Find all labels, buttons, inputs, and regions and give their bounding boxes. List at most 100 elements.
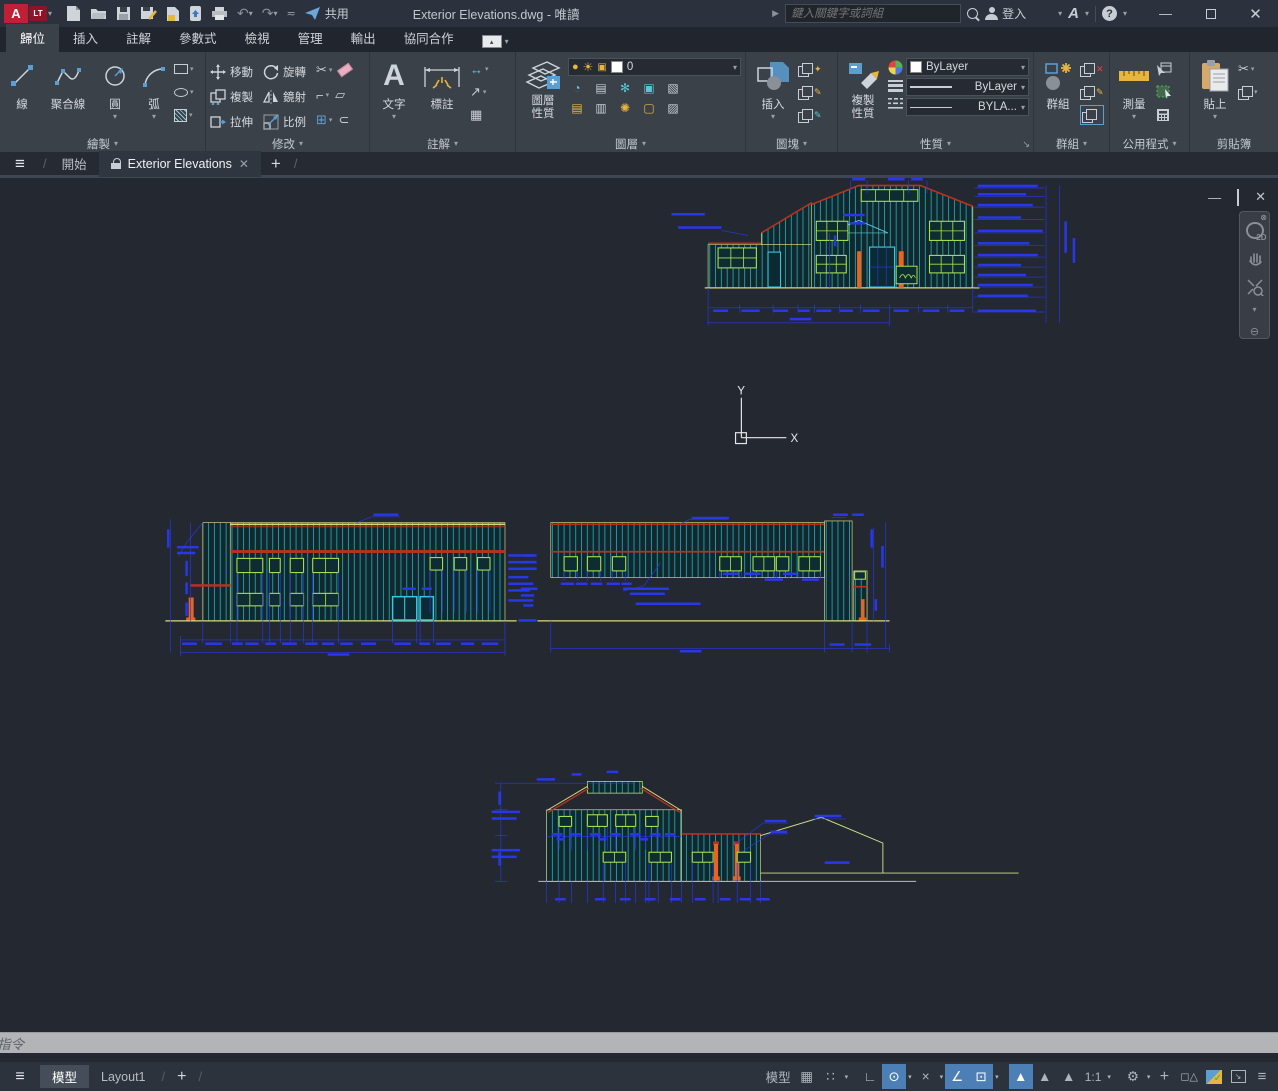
linear-dimension-button[interactable]: ↔▾	[470, 59, 489, 79]
layer-lock-icon[interactable]: ▣	[640, 80, 658, 96]
cut-button[interactable]: ✂▾	[1238, 59, 1258, 79]
tab-view[interactable]: 檢視	[231, 24, 284, 52]
plot-preview-icon[interactable]	[166, 6, 180, 22]
dialog-launcher-icon[interactable]: ↘	[1022, 139, 1030, 150]
panel-title-annotation[interactable]: 註解▾	[370, 135, 515, 152]
workspace-gear-icon[interactable]: ⚙	[1121, 1064, 1145, 1089]
write-block-button[interactable]: ✎	[798, 82, 822, 102]
quick-calc-button[interactable]	[1156, 105, 1172, 125]
tab-collaborate[interactable]: 協同合作	[390, 24, 468, 52]
group-button[interactable]: 群組	[1038, 56, 1078, 112]
polar-tracking-toggle[interactable]: ⊙	[882, 1064, 906, 1089]
redo-button[interactable]: ↷▾	[262, 5, 278, 22]
graphics-performance-button[interactable]: ✓	[1202, 1064, 1226, 1089]
object-snap-tracking-toggle[interactable]: ∠	[945, 1064, 969, 1089]
open-folder-icon[interactable]	[90, 6, 107, 21]
chevron-down-icon[interactable]: ▾	[1123, 9, 1127, 18]
vp-restore-button[interactable]	[1237, 190, 1239, 205]
insert-block-button[interactable]: 插入 ▾	[750, 56, 796, 121]
close-tab-icon[interactable]: ✕	[239, 157, 249, 171]
layer-match-icon[interactable]: ▧	[664, 80, 682, 96]
tab-model[interactable]: 模型	[40, 1065, 89, 1088]
file-tab-menu-icon[interactable]: ≡	[0, 154, 40, 174]
search-input[interactable]	[785, 4, 961, 23]
minimize-button[interactable]: —	[1143, 0, 1188, 27]
chevron-down-icon[interactable]: ▾	[1105, 1073, 1113, 1081]
chevron-down-icon[interactable]: ▾	[843, 1073, 851, 1081]
pan-hand-icon[interactable]	[1245, 248, 1265, 267]
customization-button[interactable]: ≡	[1250, 1064, 1274, 1089]
move-button[interactable]: 移動	[210, 60, 257, 83]
select-all-button[interactable]	[1156, 82, 1172, 102]
match-properties-button[interactable]: 複製性質	[842, 56, 884, 121]
panel-title-draw[interactable]: 繪製▾	[0, 135, 205, 152]
array-button[interactable]: ⊞▾	[316, 110, 332, 130]
circle-button[interactable]: 圓 ▾	[96, 56, 134, 121]
layer-on-all-icon[interactable]: ▤	[568, 100, 586, 116]
create-block-button[interactable]: ✦	[798, 59, 822, 79]
layout-menu-icon[interactable]: ≡	[0, 1068, 40, 1086]
panel-title-clipboard[interactable]: 剪貼簿	[1190, 135, 1278, 152]
new-drawing-button[interactable]: +	[261, 154, 291, 174]
print-icon[interactable]	[211, 6, 228, 21]
navbar-settings-icon[interactable]: ⊖	[1250, 325, 1259, 338]
autodesk-app-store-icon[interactable]: A	[1068, 5, 1079, 22]
vp-minimize-button[interactable]: —	[1208, 190, 1221, 205]
explode-button[interactable]: ▱	[335, 85, 345, 105]
table-button[interactable]: ▦	[470, 105, 489, 125]
chevron-down-icon[interactable]: ▾	[993, 1073, 1001, 1081]
offset-button[interactable]: ⊂	[338, 110, 349, 130]
layer-freeze-icon[interactable]: ✻	[616, 80, 634, 96]
signin-button[interactable]: 登入	[985, 5, 1026, 22]
dimension-button[interactable]: 標註	[416, 56, 468, 112]
close-button[interactable]: ✕	[1233, 0, 1278, 27]
line-button[interactable]: 線	[4, 56, 40, 112]
save-as-icon[interactable]	[140, 6, 157, 21]
drawing-canvas[interactable]: Y X — ✕ ⊗ 2D ▾ ⊖	[0, 178, 1278, 1062]
text-button[interactable]: A 文字 ▾	[374, 56, 414, 121]
navigation-wheel-icon[interactable]: 2D	[1246, 222, 1264, 239]
tab-active-document[interactable]: Exterior Elevations ✕	[99, 151, 261, 177]
stretch-button[interactable]: 拉伸	[210, 110, 257, 133]
lineweight-icon[interactable]	[886, 77, 904, 93]
leader-button[interactable]: ↗▾	[470, 82, 489, 102]
linetype-icon[interactable]	[886, 95, 904, 111]
paste-button[interactable]: 貼上 ▾	[1194, 56, 1236, 121]
layer-change-icon[interactable]: ▨	[664, 100, 682, 116]
maximize-button[interactable]	[1188, 0, 1233, 27]
tab-parametric[interactable]: 參數式	[165, 24, 231, 52]
annotation-scale-button[interactable]: 1:1	[1081, 1064, 1106, 1089]
hatch-button[interactable]: ▾	[174, 105, 194, 125]
tab-home[interactable]: 歸位	[6, 24, 59, 52]
snap-toggle[interactable]: ∷	[819, 1064, 843, 1089]
linetype-select[interactable]: BYLA... ▾	[906, 98, 1029, 116]
tab-annotate[interactable]: 註解	[112, 24, 165, 52]
tab-layout1[interactable]: Layout1	[89, 1065, 157, 1088]
tab-insert[interactable]: 插入	[59, 24, 112, 52]
mirror-button[interactable]: 鏡射	[263, 85, 310, 108]
help-icon[interactable]: ?	[1102, 6, 1117, 21]
ellipse-button[interactable]: ▾	[174, 82, 194, 102]
command-line[interactable]: 指令	[0, 1032, 1278, 1053]
group-edit-button[interactable]: ✎	[1080, 82, 1104, 102]
layer-select[interactable]: ● ☀ ▣ 0 ▾	[568, 58, 741, 76]
color-wheel-icon[interactable]	[886, 59, 904, 75]
panel-title-block[interactable]: 圖塊▾	[746, 135, 837, 152]
annotation-scale-flag[interactable]: ▲	[1057, 1064, 1081, 1089]
tab-manage[interactable]: 管理	[284, 24, 337, 52]
tab-output[interactable]: 輸出	[337, 24, 390, 52]
save-icon[interactable]	[116, 6, 131, 21]
chevron-down-icon[interactable]: ▾	[1058, 9, 1062, 18]
chevron-down-icon[interactable]: ▾	[938, 1073, 946, 1081]
rectangle-button[interactable]: ▾	[174, 59, 194, 79]
panel-title-groups[interactable]: 群組▾	[1034, 135, 1109, 152]
measure-button[interactable]: 測量 ▾	[1114, 56, 1154, 121]
polyline-button[interactable]: 聚合線	[42, 56, 94, 112]
panel-title-layers[interactable]: 圖層▾	[516, 135, 745, 152]
erase-button[interactable]	[338, 60, 352, 80]
share-button[interactable]: 共用	[305, 5, 349, 22]
scale-button[interactable]: 比例	[263, 110, 310, 133]
fillet-button[interactable]: ⌐▾	[316, 85, 329, 105]
layer-isolate-icon[interactable]: ▤	[592, 80, 610, 96]
search-expand-icon[interactable]: ▶	[772, 8, 779, 19]
